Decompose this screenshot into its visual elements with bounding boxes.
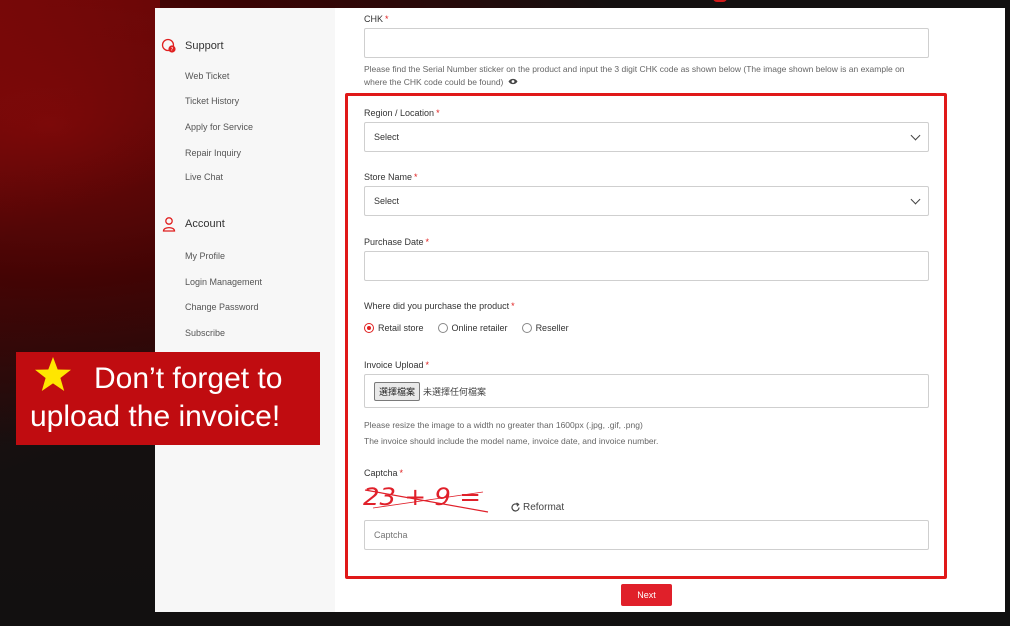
purchase-place-radio-group: Retail store Online retailer Reseller <box>364 323 569 333</box>
sidebar-heading-support: ? Support <box>161 38 224 54</box>
region-label: Region / Location * <box>364 108 440 118</box>
radio-label: Online retailer <box>451 323 508 333</box>
radio-label: Reseller <box>535 323 569 333</box>
store-selected-value: Select <box>374 196 400 206</box>
required-mark: * <box>399 468 404 478</box>
support-icon: ? <box>161 38 177 54</box>
store-label-text: Store Name <box>364 172 413 182</box>
callout-line-2: upload the invoice! <box>30 400 281 433</box>
region-label-text: Region / Location <box>364 108 435 118</box>
service-form-panel: ? Support Web Ticket Ticket History Appl… <box>155 8 1005 612</box>
invoice-help-2: The invoice should include the model nam… <box>364 436 659 446</box>
required-mark: * <box>385 14 389 24</box>
required-mark: * <box>425 360 430 370</box>
chk-help-text: Please find the Serial Number sticker on… <box>364 63 929 89</box>
radio-reseller[interactable]: Reseller <box>521 323 569 333</box>
required-mark: * <box>511 301 515 311</box>
sidebar-heading-account: Account <box>161 216 225 232</box>
captcha-input[interactable] <box>364 520 929 550</box>
chevron-down-icon <box>910 194 921 204</box>
user-icon <box>161 216 177 232</box>
sidebar-item-change-password[interactable]: Change Password <box>185 302 259 312</box>
captcha-reformat-link[interactable]: Reformat <box>510 502 564 513</box>
sidebar-item-subscribe[interactable]: Subscribe <box>185 328 225 338</box>
file-status-text: 未選擇任何檔案 <box>423 386 487 397</box>
captcha-label: Captcha * <box>364 468 403 478</box>
radio-online-retailer[interactable]: Online retailer <box>437 323 508 333</box>
chk-label: CHK * <box>364 14 389 24</box>
purchase-date-label-text: Purchase Date <box>364 237 424 247</box>
choose-file-button[interactable]: 選擇檔案 <box>374 381 421 401</box>
callout-line-1: Don’t forget to <box>94 362 283 395</box>
reminder-callout: Don’t forget to upload the invoice! <box>16 352 320 445</box>
sidebar-item-web-ticket[interactable]: Web Ticket <box>185 71 229 81</box>
refresh-icon <box>511 502 520 512</box>
chk-help-content: Please find the Serial Number sticker on… <box>364 64 905 87</box>
next-button[interactable]: Next <box>621 584 672 606</box>
required-mark: * <box>414 172 418 182</box>
decorative-dot <box>713 0 727 2</box>
chevron-down-icon <box>910 130 921 140</box>
sidebar-heading-label: Account <box>185 218 225 230</box>
sidebar-item-ticket-history[interactable]: Ticket History <box>185 96 239 106</box>
form-main: CHK * Please find the Serial Number stick… <box>335 8 1005 612</box>
purchase-date-input[interactable] <box>364 251 929 281</box>
invoice-upload-field[interactable]: 選擇檔案 未選擇任何檔案 <box>364 374 929 408</box>
sidebar-heading-label: Support <box>185 40 224 52</box>
eye-icon[interactable] <box>508 76 518 89</box>
required-mark: * <box>425 237 430 247</box>
region-selected-value: Select <box>374 132 400 142</box>
store-select[interactable]: Select <box>364 186 929 216</box>
sidebar-item-apply-for-service[interactable]: Apply for Service <box>185 122 253 132</box>
sidebar-item-login-management[interactable]: Login Management <box>185 277 262 287</box>
radio-checked-indicator[interactable] <box>364 323 374 333</box>
invoice-label: Invoice Upload * <box>364 360 429 370</box>
reformat-label: Reformat <box>523 502 565 513</box>
radio-label: Retail store <box>378 323 424 333</box>
invoice-help-1: Please resize the image to a width no gr… <box>364 420 643 430</box>
store-label: Store Name * <box>364 172 418 182</box>
purchase-place-label: Where did you purchase the product * <box>364 301 515 311</box>
background-red-glow <box>0 0 160 626</box>
radio-retail-store[interactable]: Retail store <box>364 323 424 333</box>
sidebar: ? Support Web Ticket Ticket History Appl… <box>155 8 335 612</box>
svg-text:?: ? <box>171 47 174 53</box>
sidebar-item-my-profile[interactable]: My Profile <box>185 251 225 261</box>
sidebar-item-live-chat[interactable]: Live Chat <box>185 172 223 182</box>
sidebar-item-repair-inquiry[interactable]: Repair Inquiry <box>185 148 241 158</box>
captcha-image: 23 + 9 = <box>363 483 489 513</box>
region-select[interactable]: Select <box>364 122 929 152</box>
radio-indicator[interactable] <box>437 323 448 333</box>
chk-input[interactable] <box>364 28 929 58</box>
chk-label-text: CHK <box>364 14 384 24</box>
captcha-label-text: Captcha <box>364 468 398 478</box>
purchase-date-label: Purchase Date * <box>364 237 429 247</box>
required-mark: * <box>436 108 440 118</box>
radio-indicator[interactable] <box>521 323 532 333</box>
invoice-label-text: Invoice Upload <box>364 360 424 370</box>
purchase-place-label-text: Where did you purchase the product <box>364 301 510 311</box>
star-icon <box>35 357 71 391</box>
